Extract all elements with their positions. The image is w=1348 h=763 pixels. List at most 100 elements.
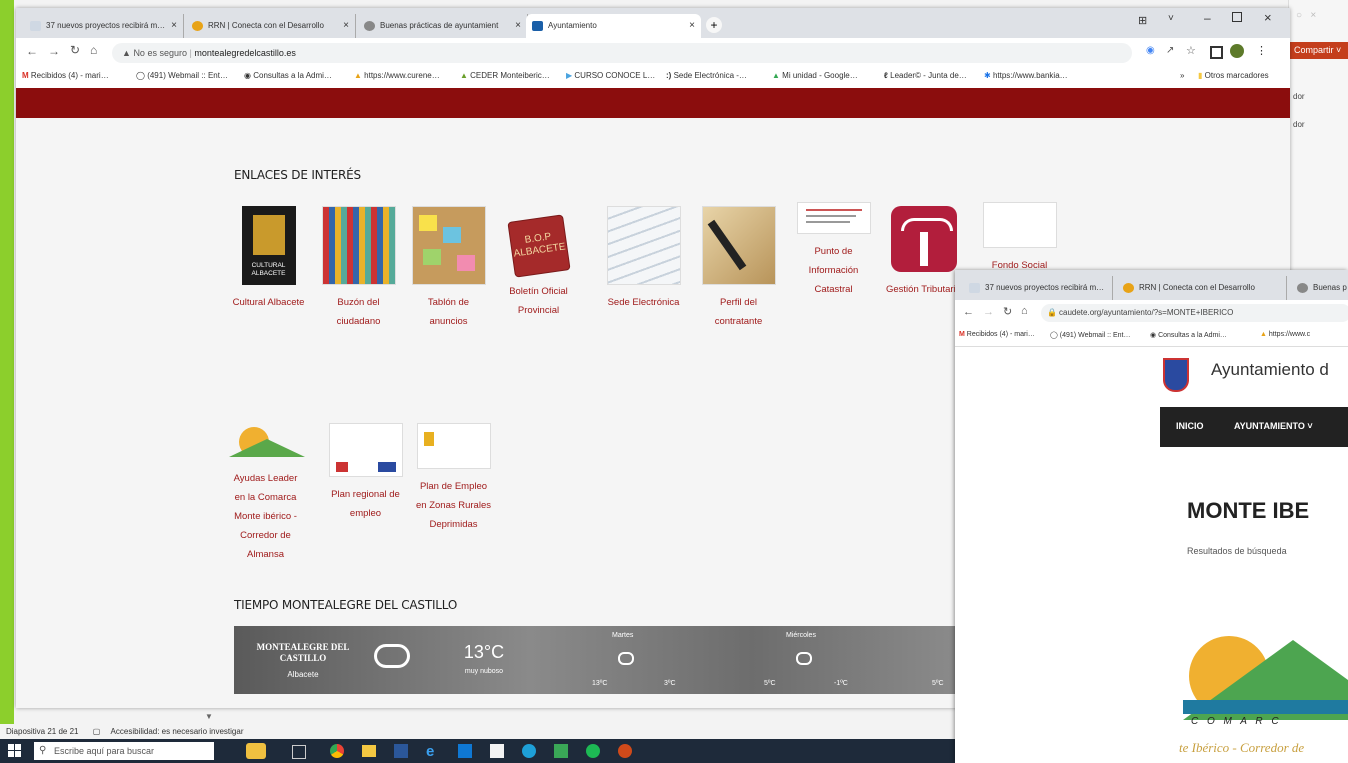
close-tab-icon[interactable]: ×	[343, 14, 349, 38]
link-label: Ayudas Leader en la Comarca Monte ibéric…	[233, 473, 298, 560]
bookmark-label: Recibidos (4) - mari…	[966, 331, 1035, 338]
menu-icon[interactable]: ⋮	[1256, 44, 1267, 57]
bookmark-item[interactable]: ◯ (491) Webmail :: Ent…	[136, 71, 228, 80]
word-icon[interactable]	[394, 744, 408, 758]
link-cultural-albacete[interactable]: CULTURAL ALBACETE Cultural Albacete	[231, 206, 306, 312]
tab-buenas-2[interactable]: Buenas p	[1291, 276, 1348, 300]
outlook-icon[interactable]	[458, 744, 472, 758]
edge-icon[interactable]	[522, 744, 536, 758]
scroll-down-icon[interactable]: ▼	[205, 712, 213, 721]
task-view-icon[interactable]	[292, 745, 306, 759]
news-widget-icon[interactable]	[246, 743, 266, 759]
tab-strip: 37 nuevos proyectos recibirá m… × RRN | …	[16, 8, 1290, 38]
google-icon[interactable]: ◉	[1146, 45, 1155, 56]
bookmark-item[interactable]: ▶ CURSO CONOCE L…	[566, 71, 655, 80]
address-bar-second[interactable]: 🔒 caudete.org/ayuntamiento/?s=MONTE+IBER…	[1041, 304, 1348, 322]
minimize-icon[interactable]: –	[1204, 11, 1211, 25]
link-plan-regional[interactable]: Plan regional de empleo	[328, 423, 403, 523]
share-button[interactable]: Compartir ˅	[1290, 42, 1348, 59]
bookmark-item[interactable]: ▲ https://www.curene…	[354, 71, 440, 80]
bookmark-item[interactable]: ▲ https://www.c	[1260, 331, 1310, 338]
bop-book-icon: B.O.P ALBACETE	[506, 214, 571, 278]
link-bop[interactable]: B.O.P ALBACETE Boletín Oficial Provincia…	[501, 206, 576, 320]
sheets-icon[interactable]	[554, 744, 568, 758]
url-text: montealegredelcastillo.es	[194, 48, 296, 58]
logo-text: CULTURAL ALBACETE	[251, 262, 286, 277]
tab-search-icon[interactable]: ⊞	[1138, 14, 1147, 27]
bookmark-item[interactable]: M Recibidos (4) - mari…	[959, 331, 1035, 338]
store-icon[interactable]	[490, 744, 504, 758]
bookmark-item[interactable]: ✱ https://www.bankia…	[984, 71, 1068, 80]
link-tablon[interactable]: Tablón de anuncios	[411, 206, 486, 331]
link-plan-empleo-rural[interactable]: Plan de Empleo en Zonas Rurales Deprimid…	[416, 423, 491, 534]
extensions-icon[interactable]	[1210, 46, 1223, 59]
logo-script: te Ibérico - Corredor de	[1179, 740, 1305, 755]
bookmark-item[interactable]: ▲ Mi unidad - Google…	[772, 71, 858, 80]
link-sede[interactable]: Sede Electrónica	[606, 206, 681, 312]
nav-ayuntamiento[interactable]: AYUNTAMIENTO ˅	[1234, 421, 1313, 431]
close-tab-icon[interactable]: ×	[689, 14, 695, 38]
file-explorer-icon[interactable]	[362, 745, 376, 757]
forward-arrow-icon[interactable]: →	[983, 306, 994, 318]
profile-avatar[interactable]	[1230, 44, 1244, 58]
forward-arrow-icon[interactable]: →	[48, 44, 60, 58]
link-fondo-social[interactable]: Fondo Social	[982, 202, 1057, 275]
weather-widget[interactable]: MONTEALEGRE DEL CASTILLO Albacete 13°C m…	[234, 626, 974, 694]
bookmark-item[interactable]: ◉ Consultas a la Admi…	[1150, 331, 1227, 339]
tab-label: 37 nuevos proyectos recibirá m…	[46, 21, 166, 30]
back-arrow-icon[interactable]: ←	[963, 306, 974, 318]
notes-icon[interactable]: ▢	[93, 727, 101, 736]
reload-icon[interactable]: ↻	[1003, 305, 1012, 318]
rrn-favicon-icon	[1123, 283, 1134, 293]
edge-legacy-icon[interactable]: e	[426, 743, 434, 760]
new-tab-button[interactable]: +	[706, 17, 722, 33]
bookmark-label: Leader© - Junta de…	[890, 71, 967, 80]
bookmark-star-icon[interactable]: ☆	[1186, 44, 1196, 57]
bookmark-item[interactable]: :) Sede Electrónica -…	[666, 71, 747, 80]
link-label: Plan regional de empleo	[331, 489, 400, 519]
tab-rrn-2[interactable]: RRN | Conecta con el Desarrollo	[1117, 276, 1287, 300]
home-icon[interactable]: ⌂	[1021, 305, 1028, 317]
bookmarks-overflow-button[interactable]: »	[1180, 71, 1184, 80]
bookmark-item[interactable]: M Recibidos (4) - mari…	[22, 71, 109, 80]
tab-proyectos[interactable]: 37 nuevos proyectos recibirá m… ×	[24, 14, 184, 38]
link-ayudas-leader[interactable]: Ayudas Leader en la Comarca Monte ibéric…	[228, 423, 305, 564]
bookmark-item[interactable]: ◉ Consultas a la Admi…	[244, 71, 332, 80]
tab-buenas-practicas[interactable]: Buenas prácticas de ayuntamient ×	[358, 14, 528, 38]
bookmark-item[interactable]: ℓ Leader© - Junta de…	[884, 71, 967, 80]
spotify-icon[interactable]	[586, 744, 600, 758]
slide-accent-bar	[0, 0, 14, 763]
link-catastro[interactable]: Punto de Información Catastral	[796, 202, 871, 299]
other-bookmarks[interactable]: ▮ Otros marcadores	[1198, 71, 1269, 80]
side-label: dor	[1293, 92, 1305, 101]
powerpoint-icon[interactable]	[618, 744, 632, 758]
taskbar-search-input[interactable]: ⚲ Escribe aquí para buscar	[34, 742, 214, 760]
chevron-down-icon[interactable]: ˅	[1168, 13, 1174, 24]
flag-shape	[335, 462, 348, 472]
address-bar[interactable]: ▲ No es seguro | montealegredelcastillo.…	[112, 43, 1132, 63]
back-arrow-icon[interactable]: ←	[26, 44, 38, 58]
sede-icon: :)	[666, 71, 672, 80]
cloud-icon	[374, 644, 410, 668]
home-icon[interactable]: ⌂	[90, 43, 97, 57]
bookmark-item[interactable]: ▲ CEDER Monteiberic…	[460, 71, 550, 80]
accessibility-status[interactable]: Accesibilidad: es necesario investigar	[111, 727, 244, 736]
tab-proyectos-2[interactable]: 37 nuevos proyectos recibirá m…	[963, 276, 1113, 300]
maximize-icon[interactable]	[1232, 12, 1242, 22]
link-gestion[interactable]: Gestión Tributaria	[886, 206, 961, 299]
chrome-taskbar-icon[interactable]	[330, 744, 344, 758]
restore-icon[interactable]: ○ ×	[1296, 10, 1316, 21]
close-tab-icon[interactable]: ×	[515, 14, 521, 38]
reload-icon[interactable]: ↻	[70, 43, 80, 57]
share-page-icon[interactable]: ↗	[1166, 45, 1174, 56]
bankia-icon: ✱	[984, 71, 991, 80]
nav-inicio[interactable]: INICIO	[1176, 421, 1204, 431]
close-window-icon[interactable]: ×	[1264, 10, 1272, 25]
link-buzon[interactable]: Buzón del ciudadano	[321, 206, 396, 331]
bookmark-item[interactable]: ◯ (491) Webmail :: Ent…	[1050, 331, 1130, 339]
close-tab-icon[interactable]: ×	[171, 14, 177, 38]
tab-ayuntamiento[interactable]: Ayuntamiento ×	[526, 14, 701, 38]
tab-rrn[interactable]: RRN | Conecta con el Desarrollo ×	[186, 14, 356, 38]
link-perfil[interactable]: Perfil del contratante	[701, 206, 776, 331]
windows-start-icon[interactable]	[8, 744, 22, 758]
